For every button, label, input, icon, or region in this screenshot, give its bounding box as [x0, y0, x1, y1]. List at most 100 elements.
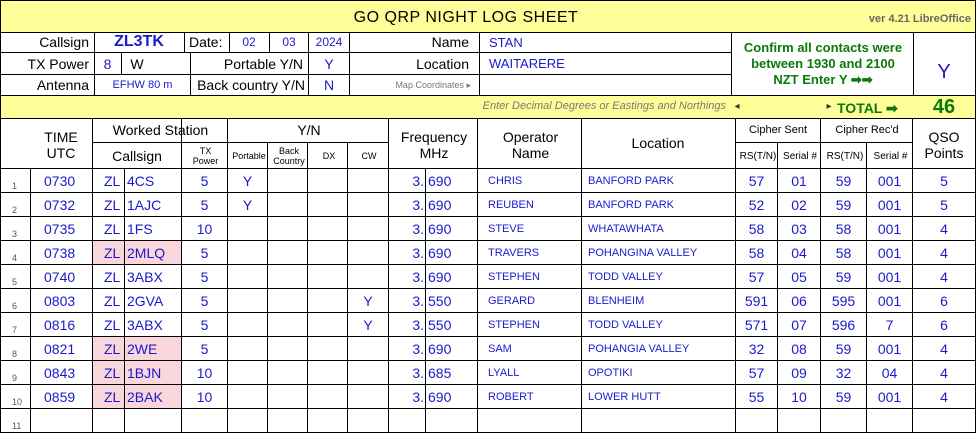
location-value[interactable]: WAITARERE: [489, 53, 709, 74]
cell-loc[interactable]: POHANGINA VALLEY: [582, 241, 735, 264]
cell-op[interactable]: STEPHEN: [478, 313, 581, 336]
cell-pwr[interactable]: [182, 409, 227, 432]
cell-pfx[interactable]: ZL: [93, 385, 124, 408]
cell-dx[interactable]: [308, 361, 347, 384]
cell-dx[interactable]: [308, 169, 347, 192]
cell-ser[interactable]: 04: [778, 241, 820, 264]
cell-ser[interactable]: 09: [778, 361, 820, 384]
cell-call[interactable]: 1BJN: [125, 361, 181, 384]
cell-call[interactable]: 2MLQ: [125, 241, 181, 264]
cell-dx[interactable]: [308, 241, 347, 264]
cell-rs[interactable]: 57: [736, 361, 777, 384]
cell-port[interactable]: [228, 265, 267, 288]
cell-rsr[interactable]: 58: [821, 217, 866, 240]
cell-fmhz[interactable]: 3.: [389, 169, 425, 192]
cell-op[interactable]: TRAVERS: [478, 241, 581, 264]
cell-fmhz[interactable]: 3.: [389, 193, 425, 216]
cell-rs[interactable]: [736, 409, 777, 432]
cell-pts[interactable]: 4: [913, 337, 975, 360]
cell-serr[interactable]: 001: [867, 241, 912, 264]
cell-call[interactable]: 2GVA: [125, 289, 181, 312]
cell-rs[interactable]: 57: [736, 265, 777, 288]
cell-op[interactable]: [478, 409, 581, 432]
cell-ser[interactable]: 10: [778, 385, 820, 408]
cell-port[interactable]: [228, 313, 267, 336]
cell-rs[interactable]: 591: [736, 289, 777, 312]
cell-rsr[interactable]: 32: [821, 361, 866, 384]
cell-pfx[interactable]: ZL: [93, 289, 124, 312]
cell-pwr[interactable]: 10: [182, 217, 227, 240]
cell-pfx[interactable]: ZL: [93, 313, 124, 336]
cell-dx[interactable]: [308, 409, 347, 432]
callsign-value[interactable]: ZL3TK: [95, 32, 183, 52]
confirm-value[interactable]: Y: [914, 52, 974, 92]
cell-pfx[interactable]: [93, 409, 124, 432]
cell-rsr[interactable]: 59: [821, 385, 866, 408]
cell-loc[interactable]: POHANGIA VALLEY: [582, 337, 735, 360]
cell-back[interactable]: [268, 337, 307, 360]
cell-call[interactable]: 2BAK: [125, 385, 181, 408]
cell-back[interactable]: [268, 289, 307, 312]
cell-port[interactable]: [228, 409, 267, 432]
cell-time[interactable]: 0816: [32, 313, 90, 336]
cell-back[interactable]: [268, 169, 307, 192]
cell-rsr[interactable]: 59: [821, 193, 866, 216]
cell-pts[interactable]: 5: [913, 193, 975, 216]
cell-fkhz[interactable]: 690: [426, 169, 477, 192]
cell-pfx[interactable]: ZL: [93, 169, 124, 192]
cell-rsr[interactable]: [821, 409, 866, 432]
cell-port[interactable]: [228, 217, 267, 240]
cell-back[interactable]: [268, 313, 307, 336]
cell-pfx[interactable]: ZL: [93, 241, 124, 264]
cell-fmhz[interactable]: 3.: [389, 337, 425, 360]
cell-port[interactable]: [228, 289, 267, 312]
cell-port[interactable]: [228, 241, 267, 264]
cell-pts[interactable]: 4: [913, 361, 975, 384]
cell-pfx[interactable]: ZL: [93, 337, 124, 360]
cell-cw[interactable]: [348, 241, 388, 264]
cell-op[interactable]: GERARD: [478, 289, 581, 312]
portable-value[interactable]: Y: [309, 53, 349, 74]
cell-time[interactable]: 0738: [32, 241, 90, 264]
cell-ser[interactable]: 02: [778, 193, 820, 216]
cell-time[interactable]: 0803: [32, 289, 90, 312]
cell-dx[interactable]: [308, 313, 347, 336]
cell-time[interactable]: 0730: [32, 169, 90, 192]
cell-fmhz[interactable]: 3.: [389, 361, 425, 384]
cell-cw[interactable]: [348, 385, 388, 408]
cell-dx[interactable]: [308, 265, 347, 288]
cell-cw[interactable]: Y: [348, 313, 388, 336]
cell-cw[interactable]: [348, 337, 388, 360]
cell-pwr[interactable]: 5: [182, 337, 227, 360]
cell-loc[interactable]: TODD VALLEY: [582, 313, 735, 336]
cell-pts[interactable]: 6: [913, 313, 975, 336]
cell-time[interactable]: 0821: [32, 337, 90, 360]
cell-call[interactable]: 1FS: [125, 217, 181, 240]
cell-time[interactable]: 0732: [32, 193, 90, 216]
cell-serr[interactable]: 001: [867, 265, 912, 288]
cell-pts[interactable]: 6: [913, 289, 975, 312]
cell-op[interactable]: ROBERT: [478, 385, 581, 408]
cell-rs[interactable]: 58: [736, 217, 777, 240]
cell-rs[interactable]: 52: [736, 193, 777, 216]
cell-serr[interactable]: 001: [867, 385, 912, 408]
cell-back[interactable]: [268, 361, 307, 384]
cell-op[interactable]: STEVE: [478, 217, 581, 240]
cell-back[interactable]: [268, 241, 307, 264]
cell-pwr[interactable]: 5: [182, 289, 227, 312]
cell-rs[interactable]: 32: [736, 337, 777, 360]
cell-rs[interactable]: 57: [736, 169, 777, 192]
cell-dx[interactable]: [308, 217, 347, 240]
cell-rs[interactable]: 58: [736, 241, 777, 264]
cell-serr[interactable]: 001: [867, 289, 912, 312]
cell-pfx[interactable]: ZL: [93, 265, 124, 288]
cell-fmhz[interactable]: 3.: [389, 265, 425, 288]
cell-call[interactable]: [125, 409, 181, 432]
cell-back[interactable]: [268, 217, 307, 240]
cell-ser[interactable]: 03: [778, 217, 820, 240]
cell-serr[interactable]: [867, 409, 912, 432]
cell-fmhz[interactable]: 3.: [389, 217, 425, 240]
date-year[interactable]: 2024: [309, 32, 349, 52]
cell-pts[interactable]: 4: [913, 217, 975, 240]
cell-fmhz[interactable]: [389, 409, 425, 432]
